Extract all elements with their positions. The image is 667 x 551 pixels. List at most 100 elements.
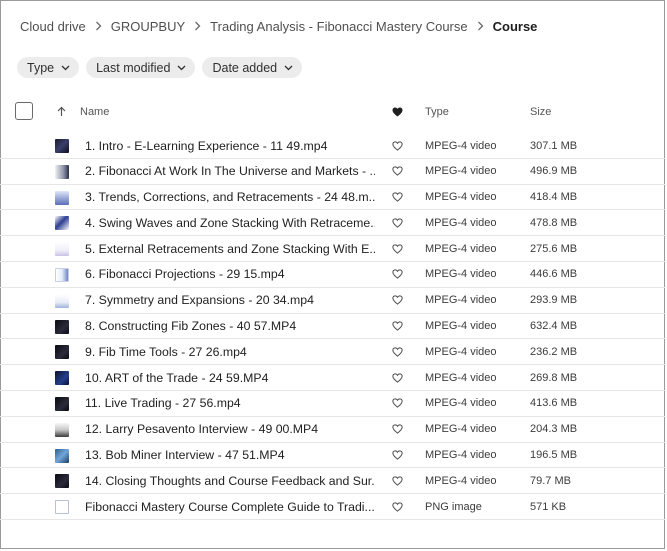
file-row[interactable]: 9. Fib Time Tools - 27 26.mp4 MPEG-4 vide…: [0, 339, 665, 366]
column-header-type[interactable]: Type: [425, 98, 449, 125]
breadcrumb-groupbuy[interactable]: GROUPBUY: [111, 19, 185, 34]
breadcrumb-cloud-drive[interactable]: Cloud drive: [20, 19, 86, 34]
file-type: PNG image: [425, 500, 482, 513]
file-size: 196.5 MB: [530, 449, 578, 462]
file-thumbnail: [55, 474, 69, 489]
file-thumbnail: [55, 500, 69, 515]
favorite-outline-icon[interactable]: [392, 236, 403, 261]
favorite-outline-icon[interactable]: [392, 468, 403, 493]
file-row[interactable]: 4. Swing Waves and Zone Stacking With Re…: [0, 210, 665, 237]
file-row[interactable]: 11. Live Trading - 27 56.mp4 MPEG-4 video…: [0, 391, 665, 417]
file-thumbnail: [55, 267, 69, 282]
filter-type-button[interactable]: Type: [17, 57, 80, 78]
favorite-outline-icon[interactable]: [392, 288, 403, 313]
file-name: 13. Bob Miner Interview - 47 51.MP4: [85, 448, 285, 463]
file-name: 6. Fibonacci Projections - 29 15.mp4: [85, 267, 285, 282]
file-thumbnail: [55, 293, 69, 308]
file-type: MPEG-4 video: [425, 242, 497, 255]
chevron-down-icon: [177, 65, 186, 71]
filter-label: Type: [27, 60, 55, 75]
filter-last-modified-button[interactable]: Last modified: [86, 57, 196, 78]
file-type: MPEG-4 video: [425, 165, 497, 178]
file-thumbnail: [55, 139, 69, 153]
file-row[interactable]: Fibonacci Mastery Course Complete Guide …: [0, 494, 665, 520]
favorite-outline-icon[interactable]: [392, 185, 403, 210]
file-type: MPEG-4 video: [425, 216, 497, 229]
select-all-checkbox[interactable]: [15, 102, 33, 120]
chevron-down-icon: [61, 65, 70, 71]
file-row[interactable]: 1. Intro - E-Learning Experience - 11 49…: [0, 133, 665, 159]
chevron-down-icon: [284, 65, 293, 71]
favorite-outline-icon[interactable]: [392, 391, 403, 416]
file-thumbnail: [55, 242, 69, 257]
file-type: MPEG-4 video: [425, 268, 497, 281]
chevron-right-icon: [477, 21, 484, 31]
file-name: 8. Constructing Fib Zones - 40 57.MP4: [85, 319, 297, 334]
favorite-outline-icon[interactable]: [392, 494, 403, 519]
file-name: 14. Closing Thoughts and Course Feedback…: [85, 473, 375, 488]
chevron-right-icon: [194, 21, 201, 31]
file-row[interactable]: 5. External Retracements and Zone Stacki…: [0, 236, 665, 262]
file-name: 10. ART of the Trade - 24 59.MP4: [85, 370, 269, 385]
file-row[interactable]: 2. Fibonacci At Work In The Universe and…: [0, 159, 665, 185]
file-size: 307.1 MB: [530, 139, 578, 152]
favorite-outline-icon[interactable]: [392, 314, 403, 339]
file-type: MPEG-4 video: [425, 294, 497, 307]
chevron-right-icon: [95, 21, 102, 31]
column-header-name[interactable]: Name: [80, 98, 109, 125]
file-name: Fibonacci Mastery Course Complete Guide …: [85, 499, 375, 514]
file-name: 3. Trends, Corrections, and Retracements…: [85, 190, 375, 205]
filter-label: Date added: [212, 60, 278, 75]
file-thumbnail: [55, 448, 69, 463]
file-row[interactable]: 7. Symmetry and Expansions - 20 34.mp4 MP…: [0, 288, 665, 314]
file-name: 1. Intro - E-Learning Experience - 11 49…: [85, 138, 328, 153]
filter-bar: Type Last modified Date added: [17, 57, 303, 78]
file-name: 2. Fibonacci At Work In The Universe and…: [85, 164, 375, 179]
sort-ascending-icon[interactable]: [57, 98, 66, 125]
filter-label: Last modified: [96, 60, 171, 75]
file-size: 478.8 MB: [530, 216, 578, 229]
favorite-outline-icon[interactable]: [392, 210, 403, 235]
file-name: 5. External Retracements and Zone Stacki…: [85, 241, 375, 256]
file-row[interactable]: 8. Constructing Fib Zones - 40 57.MP4 MPE…: [0, 314, 665, 340]
table-header: Name Type Size: [0, 98, 665, 125]
breadcrumb-trading-analysis[interactable]: Trading Analysis - Fibonacci Mastery Cou…: [210, 19, 467, 34]
breadcrumb-current-folder: Course: [492, 18, 538, 34]
file-row[interactable]: 13. Bob Miner Interview - 47 51.MP4 MPEG-…: [0, 443, 665, 469]
file-type: MPEG-4 video: [425, 449, 497, 462]
file-size: 632.4 MB: [530, 320, 578, 333]
file-row[interactable]: 12. Larry Pesavento Interview - 49 00.MP…: [0, 417, 665, 443]
file-type: MPEG-4 video: [425, 191, 497, 204]
favorite-outline-icon[interactable]: [392, 262, 403, 287]
file-thumbnail: [55, 396, 69, 411]
filter-date-added-button[interactable]: Date added: [202, 57, 303, 78]
file-type: MPEG-4 video: [425, 320, 497, 333]
file-size: 413.6 MB: [530, 397, 578, 410]
column-header-size[interactable]: Size: [530, 98, 551, 125]
favorite-outline-icon[interactable]: [392, 417, 403, 442]
file-row[interactable]: 10. ART of the Trade - 24 59.MP4 MPEG-4 v…: [0, 365, 665, 391]
file-thumbnail: [55, 216, 69, 231]
file-type: MPEG-4 video: [425, 397, 497, 410]
file-size: 204.3 MB: [530, 423, 578, 436]
file-type: MPEG-4 video: [425, 345, 497, 358]
file-list: 1. Intro - E-Learning Experience - 11 49…: [0, 133, 665, 520]
file-row[interactable]: 14. Closing Thoughts and Course Feedback…: [0, 468, 665, 495]
file-size: 275.6 MB: [530, 242, 578, 255]
favorite-outline-icon[interactable]: [392, 133, 403, 158]
file-thumbnail: [55, 422, 69, 437]
file-thumbnail: [55, 345, 69, 360]
favorite-outline-icon[interactable]: [392, 339, 403, 364]
file-row[interactable]: 3. Trends, Corrections, and Retracements…: [0, 185, 665, 211]
file-size: 79.7 MB: [530, 474, 571, 487]
favorite-outline-icon[interactable]: [392, 443, 403, 468]
favorite-outline-icon[interactable]: [392, 365, 403, 390]
file-name: 7. Symmetry and Expansions - 20 34.mp4: [85, 293, 314, 308]
file-thumbnail: [55, 319, 69, 334]
favorite-filled-icon[interactable]: [392, 98, 403, 125]
file-row[interactable]: 6. Fibonacci Projections - 29 15.mp4 MPEG…: [0, 262, 665, 288]
file-name: 12. Larry Pesavento Interview - 49 00.MP…: [85, 422, 319, 437]
favorite-outline-icon[interactable]: [392, 159, 403, 184]
file-type: MPEG-4 video: [425, 423, 497, 436]
file-name: 9. Fib Time Tools - 27 26.mp4: [85, 344, 247, 359]
